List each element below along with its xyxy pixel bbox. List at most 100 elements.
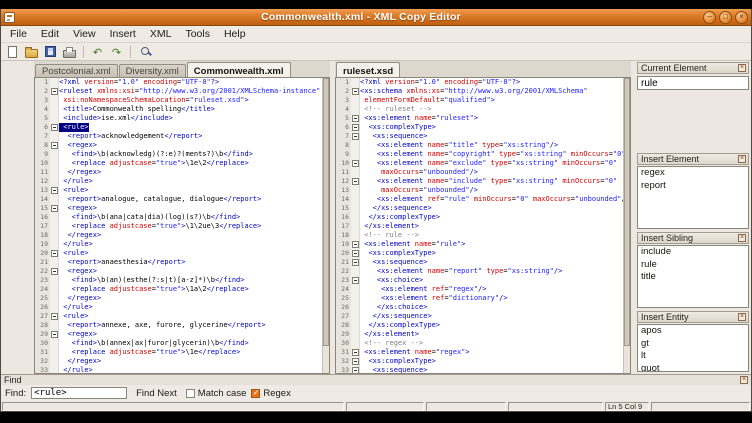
code-line[interactable]: 20 <rule>: [35, 249, 322, 258]
code-line[interactable]: 7 <report>acknowledgement</report>: [35, 132, 322, 141]
code-line[interactable]: 28 <report>annexe, axe, furore, glycerin…: [35, 321, 322, 330]
fold-marker[interactable]: [50, 312, 59, 321]
right-vertical-scrollbar[interactable]: [623, 78, 630, 373]
code-line[interactable]: 24 <xs:element ref="regex"/>: [336, 285, 623, 294]
redo-button[interactable]: [108, 44, 125, 60]
find-input[interactable]: [31, 387, 127, 399]
code-line[interactable]: 16 <find>\b(ana|cata|dia)(log)(s?)\b</fi…: [35, 213, 322, 222]
list-item-title[interactable]: title: [638, 271, 748, 284]
code-line[interactable]: 13 <rule>: [35, 186, 322, 195]
menu-view[interactable]: View: [66, 26, 103, 42]
save-button[interactable]: [42, 44, 59, 60]
menu-file[interactable]: File: [3, 26, 34, 42]
fold-marker[interactable]: [50, 141, 59, 150]
fold-marker[interactable]: [351, 357, 360, 366]
close-button[interactable]: ×: [735, 11, 748, 24]
code-line[interactable]: 23 <find>\b(an)(esthe(?:s|t)[a-z]*)\b</f…: [35, 276, 322, 285]
titlebar[interactable]: Commonwealth.xml - XML Copy Editor –□×: [1, 9, 751, 26]
minimize-button[interactable]: –: [703, 11, 716, 24]
code-line[interactable]: 1<?xml version="1.0" encoding="UTF-8"?>: [336, 78, 623, 87]
code-line[interactable]: 29 <regex>: [35, 330, 322, 339]
maximize-button[interactable]: □: [719, 11, 732, 24]
code-line[interactable]: 27 </xs:sequence>: [336, 312, 623, 321]
tab-diversity.xml[interactable]: Diversity.xml: [119, 64, 186, 77]
find-panel-close-icon[interactable]: ×: [740, 376, 748, 384]
code-line[interactable]: 27 <rule>: [35, 312, 322, 321]
code-line[interactable]: 4 <title>Commonwealth spelling</title>: [35, 105, 322, 114]
code-line[interactable]: 2<xs:schema xmlns:xs="http://www.w3.org/…: [336, 87, 623, 96]
menu-edit[interactable]: Edit: [34, 26, 66, 42]
code-line[interactable]: 17 </xs:element>: [336, 222, 623, 231]
fold-marker[interactable]: [50, 204, 59, 213]
tab-postcolonial.xml[interactable]: Postcolonial.xml: [35, 64, 118, 77]
fold-marker[interactable]: [351, 87, 360, 96]
find-next-button[interactable]: Find Next: [132, 388, 181, 399]
right-code-editor[interactable]: 1<?xml version="1.0" encoding="UTF-8"?>2…: [335, 77, 631, 374]
code-line[interactable]: 31 <xs:element name="regex">: [336, 348, 623, 357]
code-line[interactable]: 20 <xs:complexType>: [336, 249, 623, 258]
code-line[interactable]: 24 <replace adjustcase="true">\1a\2</rep…: [35, 285, 322, 294]
code-line[interactable]: 21 <report>anaesthesia</report>: [35, 258, 322, 267]
code-line[interactable]: 6 <rule>: [35, 123, 322, 132]
code-line[interactable]: 5 <xs:element name="ruleset">: [336, 114, 623, 123]
code-line[interactable]: 3 elementFormDefault="qualified">: [336, 96, 623, 105]
code-line[interactable]: 30 <!-- regex -->: [336, 339, 623, 348]
regex-checkbox[interactable]: [251, 389, 260, 398]
menu-xml[interactable]: XML: [143, 26, 179, 42]
code-line[interactable]: 14 <xs:element ref="rule" minOccurs="0" …: [336, 195, 623, 204]
current-element-input[interactable]: [637, 76, 749, 90]
open-button[interactable]: [23, 44, 40, 60]
code-line[interactable]: 17 <replace adjustcase="true">\1\2ue\3</…: [35, 222, 322, 231]
menu-help[interactable]: Help: [217, 26, 253, 42]
list-item-lt[interactable]: lt: [638, 350, 748, 363]
code-line[interactable]: 5 <include>ise.xml</include>: [35, 114, 322, 123]
fold-marker[interactable]: [351, 348, 360, 357]
code-line[interactable]: 11 </regex>: [35, 168, 322, 177]
insert-entity-close-icon[interactable]: ×: [738, 313, 746, 321]
fold-marker[interactable]: [351, 276, 360, 285]
code-line[interactable]: 29 </xs:element>: [336, 330, 623, 339]
code-line[interactable]: 33 </rule>: [35, 366, 322, 373]
tab-commonwealth.xml[interactable]: Commonwealth.xml: [187, 62, 291, 77]
list-item-regex[interactable]: regex: [638, 167, 748, 180]
code-line[interactable]: 18 </regex>: [35, 231, 322, 240]
code-line[interactable]: 2<ruleset xmlns:xsi="http://www.w3.org/2…: [35, 87, 322, 96]
code-line[interactable]: 31 <replace adjustcase="true">\1e</repla…: [35, 348, 322, 357]
code-line[interactable]: 28 </xs:complexType>: [336, 321, 623, 330]
tab-ruleset.xsd[interactable]: ruleset.xsd: [336, 62, 400, 77]
fold-marker[interactable]: [351, 132, 360, 141]
code-line[interactable]: 26 </rule>: [35, 303, 322, 312]
fold-marker[interactable]: [50, 186, 59, 195]
code-line[interactable]: 22 <xs:element name="report" type="xs:st…: [336, 267, 623, 276]
find-button[interactable]: [136, 44, 153, 60]
code-line[interactable]: 14 <report>analogue, catalogue, dialogue…: [35, 195, 322, 204]
code-line[interactable]: 6 <xs:complexType>: [336, 123, 623, 132]
code-line[interactable]: 12 <xs:element name="include" type="xs:s…: [336, 177, 623, 186]
scrollbar-thumb[interactable]: [323, 78, 329, 346]
new-button[interactable]: [4, 44, 21, 60]
match-case-checkbox[interactable]: [186, 389, 195, 398]
list-item-rule[interactable]: rule: [638, 259, 748, 272]
fold-marker[interactable]: [50, 267, 59, 276]
fold-marker[interactable]: [351, 123, 360, 132]
code-line[interactable]: 32 <xs:complexType>: [336, 357, 623, 366]
list-item-quot[interactable]: quot: [638, 363, 748, 373]
code-line[interactable]: 12 </rule>: [35, 177, 322, 186]
fold-marker[interactable]: [50, 330, 59, 339]
insert-element-close-icon[interactable]: ×: [738, 155, 746, 163]
insert-sibling-close-icon[interactable]: ×: [738, 234, 746, 242]
code-line[interactable]: 9 <xs:element name="copyright" type="xs:…: [336, 150, 623, 159]
code-line[interactable]: 33 <xs:sequence>: [336, 366, 623, 373]
fold-marker[interactable]: [351, 114, 360, 123]
left-code-editor[interactable]: 1<?xml version="1.0" encoding="UTF-8"?>2…: [34, 77, 330, 374]
code-line[interactable]: 19 <xs:element name="rule">: [336, 240, 623, 249]
code-line[interactable]: 22 <regex>: [35, 267, 322, 276]
fold-marker[interactable]: [50, 249, 59, 258]
current-element-close-icon[interactable]: ×: [738, 64, 746, 72]
code-line[interactable]: 23 <xs:choice>: [336, 276, 623, 285]
list-item-gt[interactable]: gt: [638, 338, 748, 351]
print-button[interactable]: [61, 44, 78, 60]
menu-insert[interactable]: Insert: [103, 26, 143, 42]
fold-marker[interactable]: [50, 123, 59, 132]
code-line[interactable]: 7 <xs:sequence>: [336, 132, 623, 141]
